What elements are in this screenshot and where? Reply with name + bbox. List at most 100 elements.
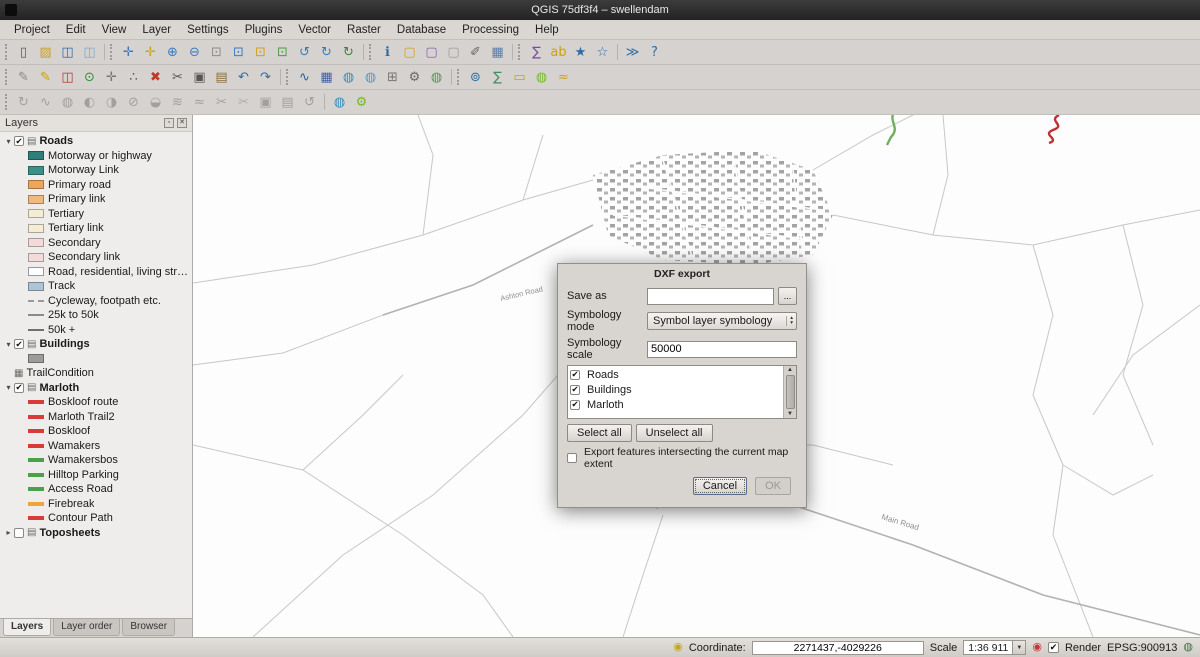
menu-layer[interactable]: Layer bbox=[134, 22, 179, 38]
toolbar-reshape-features-button[interactable]: ≋ bbox=[167, 92, 188, 113]
crs-status-icon[interactable]: ◍ bbox=[1183, 642, 1193, 653]
map-canvas[interactable]: Ashton Road Main Road DXF export Save as… bbox=[193, 115, 1200, 637]
toolbar-undo-button[interactable]: ↶ bbox=[233, 67, 254, 88]
toolbar-handle[interactable] bbox=[110, 44, 114, 60]
select-all-button[interactable]: Select all bbox=[567, 424, 632, 442]
toolbar-pan-to-selection-button[interactable]: ✛ bbox=[140, 42, 161, 63]
layer-row-primary-link[interactable]: Primary link bbox=[0, 192, 192, 207]
toolbar-copy-features-button[interactable]: ▣ bbox=[189, 67, 210, 88]
layer-row-boskloof[interactable]: Boskloof bbox=[0, 424, 192, 439]
toolbar-save-project-as-button[interactable]: ◫ bbox=[79, 42, 100, 63]
save-as-input[interactable] bbox=[647, 288, 774, 305]
toolbar-georeferencer-button[interactable]: ⊞ bbox=[382, 67, 403, 88]
menu-view[interactable]: View bbox=[94, 22, 135, 38]
toolbar-open-project-button[interactable]: ▨ bbox=[35, 42, 56, 63]
toolbar-handle[interactable] bbox=[5, 94, 9, 110]
toolbar-redo-button[interactable]: ↷ bbox=[255, 67, 276, 88]
toolbar-save-project-button[interactable]: ◫ bbox=[57, 42, 78, 63]
layer-row-tertiary[interactable]: Tertiary bbox=[0, 207, 192, 222]
float-panel-icon[interactable]: ▫ bbox=[164, 118, 174, 128]
toolbar-labeling-button[interactable]: ab bbox=[548, 42, 569, 63]
layer-row-wamakersbos[interactable]: Wamakersbos bbox=[0, 453, 192, 468]
dialog-layer-marloth[interactable]: ✔Marloth bbox=[570, 397, 781, 412]
toolbar-plugin-builder-button[interactable]: ⚙ bbox=[351, 92, 372, 113]
layer-checkbox[interactable]: ✔ bbox=[14, 136, 24, 146]
toolbar-add-ring-button[interactable]: ◍ bbox=[57, 92, 78, 113]
toolbar-simplify-feature-button[interactable]: ∿ bbox=[35, 92, 56, 113]
toolbar-show-bookmarks-button[interactable]: ☆ bbox=[592, 42, 613, 63]
layer-row-boskloof-route[interactable]: Boskloof route bbox=[0, 395, 192, 410]
close-panel-icon[interactable]: ✕ bbox=[177, 118, 187, 128]
layer-row-tertiary-link[interactable]: Tertiary link bbox=[0, 221, 192, 236]
toolbar-rotate-feature-button[interactable]: ↻ bbox=[13, 92, 34, 113]
layer-row-secondary-link[interactable]: Secondary link bbox=[0, 250, 192, 265]
log-messages-icon[interactable]: ◉ bbox=[673, 642, 683, 653]
layer-row-wamakers[interactable]: Wamakers bbox=[0, 439, 192, 454]
menu-vector[interactable]: Vector bbox=[290, 22, 339, 38]
toolbar-refresh-map-button[interactable]: ↻ bbox=[338, 42, 359, 63]
extent-checkbox[interactable] bbox=[567, 453, 577, 463]
toolbar-merge-feature-attributes-button[interactable]: ▤ bbox=[277, 92, 298, 113]
toolbar-delete-ring-button[interactable]: ⊘ bbox=[123, 92, 144, 113]
symbology-scale-input[interactable] bbox=[647, 341, 797, 358]
dialog-layer-buildings[interactable]: ✔Buildings bbox=[570, 382, 781, 397]
toolbar-new-bookmark-button[interactable]: ★ bbox=[570, 42, 591, 63]
toolbar-move-feature-button[interactable]: ✛ bbox=[101, 67, 122, 88]
toolbar-delete-selected-button[interactable]: ✖ bbox=[145, 67, 166, 88]
layer-row-road-residential-living-street-etc[interactable]: Road, residential, living street, etc. bbox=[0, 265, 192, 280]
toolbar-paste-features-button[interactable]: ▤ bbox=[211, 67, 232, 88]
toolbar-add-feature-button[interactable]: ⊙ bbox=[79, 67, 100, 88]
scroll-up-icon[interactable]: ▲ bbox=[787, 366, 793, 374]
toolbar-handle[interactable] bbox=[457, 69, 461, 85]
scroll-down-icon[interactable]: ▼ bbox=[787, 410, 793, 418]
layer-row-trailcondition[interactable]: ▦TrailCondition bbox=[0, 366, 192, 381]
toolbar-zoom-full-button[interactable]: ⊡ bbox=[228, 42, 249, 63]
toolbar-split-features-button[interactable]: ✂ bbox=[211, 92, 232, 113]
toolbar-delete-part-button[interactable]: ◒ bbox=[145, 92, 166, 113]
layer-row-motorway-or-highway[interactable]: Motorway or highway bbox=[0, 149, 192, 164]
toolbar-offset-curve-button[interactable]: ≈ bbox=[189, 92, 210, 113]
toolbar-new-project-button[interactable]: ▯ bbox=[13, 42, 34, 63]
toolbar-help-contents-button[interactable]: ? bbox=[644, 42, 665, 63]
toolbar-add-part-button[interactable]: ◐ bbox=[79, 92, 100, 113]
toolbar-handle[interactable] bbox=[518, 44, 522, 60]
list-scrollbar[interactable]: ▲ ▼ bbox=[783, 366, 796, 418]
scroll-thumb[interactable] bbox=[786, 375, 795, 409]
toolbar-vector-tools-button[interactable]: ∿ bbox=[294, 67, 315, 88]
toolbar-fill-ring-button[interactable]: ◑ bbox=[101, 92, 122, 113]
toolbar-handle[interactable] bbox=[369, 44, 373, 60]
toolbar-plugin-manager-button[interactable]: ≈ bbox=[553, 67, 574, 88]
toolbar-current-edits-button[interactable]: ✎ bbox=[13, 67, 34, 88]
toolbar-processing-toolbox-button[interactable]: ⚙ bbox=[404, 67, 425, 88]
layer-checkbox[interactable]: ✔ bbox=[14, 383, 24, 393]
layer-row-symbol[interactable] bbox=[0, 352, 192, 367]
layer-row-cycleway-footpath-etc[interactable]: Cycleway, footpath etc. bbox=[0, 294, 192, 309]
toolbar-node-tool-button[interactable]: ∴ bbox=[123, 67, 144, 88]
toolbar-zoom-out-button[interactable]: ⊖ bbox=[184, 42, 205, 63]
toolbar-raster-tools-button[interactable]: ▦ bbox=[316, 67, 337, 88]
dialog-layer-checkbox[interactable]: ✔ bbox=[570, 385, 580, 395]
toolbar-handle[interactable] bbox=[286, 69, 290, 85]
layer-checkbox[interactable] bbox=[14, 528, 24, 538]
layer-row-track[interactable]: Track bbox=[0, 279, 192, 294]
toolbar-web-services-button[interactable]: ◍ bbox=[338, 67, 359, 88]
toolbar-measure-line-button[interactable]: ✐ bbox=[465, 42, 486, 63]
layer-row-motorway-link[interactable]: Motorway Link bbox=[0, 163, 192, 178]
toolbar-select-by-expression-button[interactable]: ▢ bbox=[421, 42, 442, 63]
menu-edit[interactable]: Edit bbox=[58, 22, 94, 38]
toolbar-select-features-button[interactable]: ▢ bbox=[399, 42, 420, 63]
panel-tab-layer-order[interactable]: Layer order bbox=[53, 619, 120, 636]
scale-combo[interactable]: 1:36 911 ▼ bbox=[963, 640, 1026, 655]
toolbar-deselect-features-button[interactable]: ▢ bbox=[443, 42, 464, 63]
layer-row-secondary[interactable]: Secondary bbox=[0, 236, 192, 251]
menu-project[interactable]: Project bbox=[6, 22, 58, 38]
layer-row-access-road[interactable]: Access Road bbox=[0, 482, 192, 497]
toolbar-zoom-to-selection-button[interactable]: ⊡ bbox=[250, 42, 271, 63]
toolbar-handle[interactable] bbox=[5, 69, 9, 85]
toolbar-metasearch-button[interactable]: ◍ bbox=[329, 92, 350, 113]
expander-icon[interactable]: ▾ bbox=[3, 383, 14, 392]
toolbar-save-layer-edits-button[interactable]: ◫ bbox=[57, 67, 78, 88]
toolbar-split-parts-button[interactable]: ✂ bbox=[233, 92, 254, 113]
scale-dropdown-icon[interactable]: ▼ bbox=[1012, 641, 1025, 654]
toolbar-open-attribute-table-button[interactable]: ▦ bbox=[487, 42, 508, 63]
